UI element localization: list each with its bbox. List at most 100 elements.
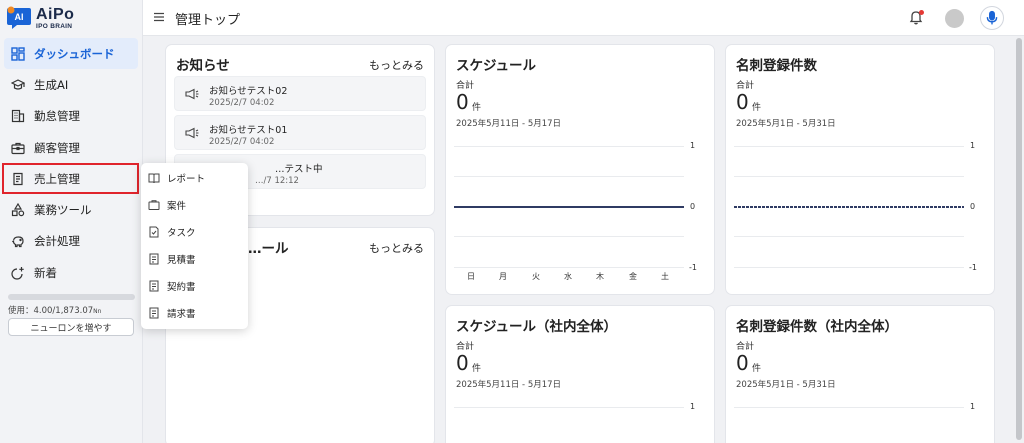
submenu-item-contract[interactable]: 契約書	[148, 276, 244, 296]
document-icon	[149, 307, 159, 319]
ai-badge-icon: AI	[7, 6, 31, 29]
y-tick-label: 1	[690, 402, 696, 411]
sidebar-item-label: ダッシュボード	[34, 46, 115, 61]
microphone-icon	[986, 10, 998, 25]
sidebar-item-new[interactable]: 新着	[0, 257, 143, 288]
date-range: 2025年5月11日 - 5月17日	[456, 119, 562, 129]
megaphone-icon	[185, 127, 199, 139]
page-scrollbar[interactable]	[1016, 38, 1022, 440]
business-card-all-title: 名刺登録件数（社内全体）	[736, 319, 898, 335]
total-value: 0	[736, 351, 749, 375]
dashboard-icon	[11, 46, 25, 61]
schedule-list-title: …ール	[248, 241, 289, 257]
y-tick-label: 0	[690, 202, 696, 211]
submenu-item-estimate[interactable]: 見積書	[148, 249, 244, 269]
x-tick-label: 金	[629, 272, 637, 281]
x-tick-label: 日	[467, 272, 475, 281]
schedule-card: スケジュール 合計 0 件 2025年5月11日 - 5月17日 1 0 -1 …	[445, 44, 715, 295]
submenu-item-label: 案件	[167, 201, 187, 212]
y-tick-label: 0	[970, 202, 976, 211]
news-item-title: …テスト中	[275, 164, 323, 175]
x-tick-label: 月	[499, 272, 507, 281]
sidebar-nav: ダッシュボード 生成AI 勤怠管理 顧客管理 売上管理 業務ツール 会計処理 新…	[0, 38, 143, 288]
avatar[interactable]	[945, 9, 964, 28]
chart-zero-line	[734, 206, 964, 208]
sidebar-item-label: 売上管理	[34, 171, 80, 186]
sidebar-item-dashboard[interactable]: ダッシュボード	[4, 38, 138, 70]
document-icon	[149, 253, 159, 265]
schedule-all-card: スケジュール（社内全体） 合計 0 件 2025年5月11日 - 5月17日 1	[445, 305, 715, 443]
sidebar-item-generative-ai[interactable]: 生成AI	[0, 69, 143, 100]
sidebar-item-tools[interactable]: 業務ツール	[0, 194, 143, 225]
news-item-date: 2025/2/7 04:02	[209, 137, 275, 147]
submenu-item-report[interactable]: レポート	[148, 168, 244, 188]
news-more-link[interactable]: もっとみる	[369, 57, 424, 73]
sidebar-item-accounting[interactable]: 会計処理	[0, 226, 143, 257]
date-range: 2025年5月1日 - 5月31日	[736, 380, 836, 390]
submenu-item-label: レポート	[167, 174, 206, 185]
news-item[interactable]: お知らせテスト02 2025/2/7 04:02	[174, 76, 426, 111]
piggy-bank-icon	[12, 236, 24, 248]
x-tick-label: 水	[564, 272, 572, 281]
graduation-cap-icon	[11, 79, 25, 90]
news-item[interactable]: お知らせテスト01 2025/2/7 04:02	[174, 115, 426, 150]
submenu-item-invoice[interactable]: 請求書	[148, 303, 244, 323]
logo-text: AiPo	[36, 6, 75, 23]
shapes-icon	[11, 203, 25, 217]
news-card-title: お知らせ	[176, 58, 230, 74]
voice-input-button[interactable]	[980, 6, 1004, 30]
sales-submenu: レポート 案件 タスク 見積書 契約書 請求書	[141, 163, 248, 329]
total-unit: 件	[472, 364, 482, 374]
sidebar-item-label: 新着	[34, 265, 57, 280]
x-tick-label: 木	[596, 272, 604, 281]
submenu-item-project[interactable]: 案件	[148, 195, 244, 215]
report-icon	[148, 173, 160, 184]
business-card-title: 名刺登録件数	[736, 58, 817, 74]
sidebar-item-attendance[interactable]: 勤怠管理	[0, 101, 143, 132]
menu-icon[interactable]	[153, 11, 165, 23]
add-neuron-button[interactable]: ニューロンを増やす	[8, 318, 134, 336]
y-tick-label: -1	[689, 263, 697, 272]
x-tick-label: 火	[532, 272, 540, 281]
notification-dot	[919, 10, 924, 15]
total-value: 0	[456, 351, 469, 375]
date-range: 2025年5月11日 - 5月17日	[456, 380, 562, 390]
business-card-count-card: 名刺登録件数 合計 0 件 2025年5月1日 - 5月31日 1 0 -1	[725, 44, 995, 295]
svg-text:AI: AI	[15, 12, 24, 22]
schedule-title: スケジュール	[456, 58, 537, 74]
sidebar: AI AiPo IPO BRAIN ダッシュボード 生成AI 勤怠管理 顧客管理…	[0, 0, 143, 443]
folder-icon	[148, 200, 160, 210]
logo-subtitle: IPO BRAIN	[36, 23, 73, 30]
y-tick-label: 1	[690, 141, 696, 150]
task-icon	[149, 226, 159, 238]
megaphone-icon	[185, 88, 199, 100]
usage-progress-bar	[8, 294, 135, 300]
briefcase-icon	[11, 142, 25, 154]
sidebar-item-sales[interactable]: 売上管理	[2, 163, 139, 195]
sidebar-item-label: 勤怠管理	[34, 109, 80, 124]
total-unit: 件	[752, 364, 762, 374]
y-tick-label: 1	[970, 141, 976, 150]
y-tick-label: 1	[970, 402, 976, 411]
submenu-item-task[interactable]: タスク	[148, 222, 244, 242]
news-item-date: …/7 12:12	[255, 176, 299, 186]
app-logo[interactable]: AI AiPo IPO BRAIN	[6, 6, 116, 32]
schedule-more-link[interactable]: もっとみる	[369, 240, 424, 256]
new-icon	[11, 266, 24, 280]
sidebar-item-customers[interactable]: 顧客管理	[0, 132, 143, 163]
total-value: 0	[456, 90, 469, 114]
total-unit: 件	[752, 103, 762, 113]
business-card-all-card: 名刺登録件数（社内全体） 合計 0 件 2025年5月1日 - 5月31日 1	[725, 305, 995, 443]
building-icon	[11, 110, 25, 123]
sidebar-item-label: 顧客管理	[34, 140, 80, 155]
receipt-icon	[13, 172, 23, 185]
submenu-item-label: 見積書	[167, 255, 196, 266]
news-item-date: 2025/2/7 04:02	[209, 98, 275, 108]
chart-zero-line	[454, 206, 684, 208]
date-range: 2025年5月1日 - 5月31日	[736, 119, 836, 129]
document-icon	[149, 280, 159, 292]
submenu-item-label: 請求書	[167, 309, 196, 320]
news-item-title: お知らせテスト02	[209, 86, 288, 97]
submenu-item-label: 契約書	[167, 282, 196, 293]
y-tick-label: -1	[969, 263, 977, 272]
